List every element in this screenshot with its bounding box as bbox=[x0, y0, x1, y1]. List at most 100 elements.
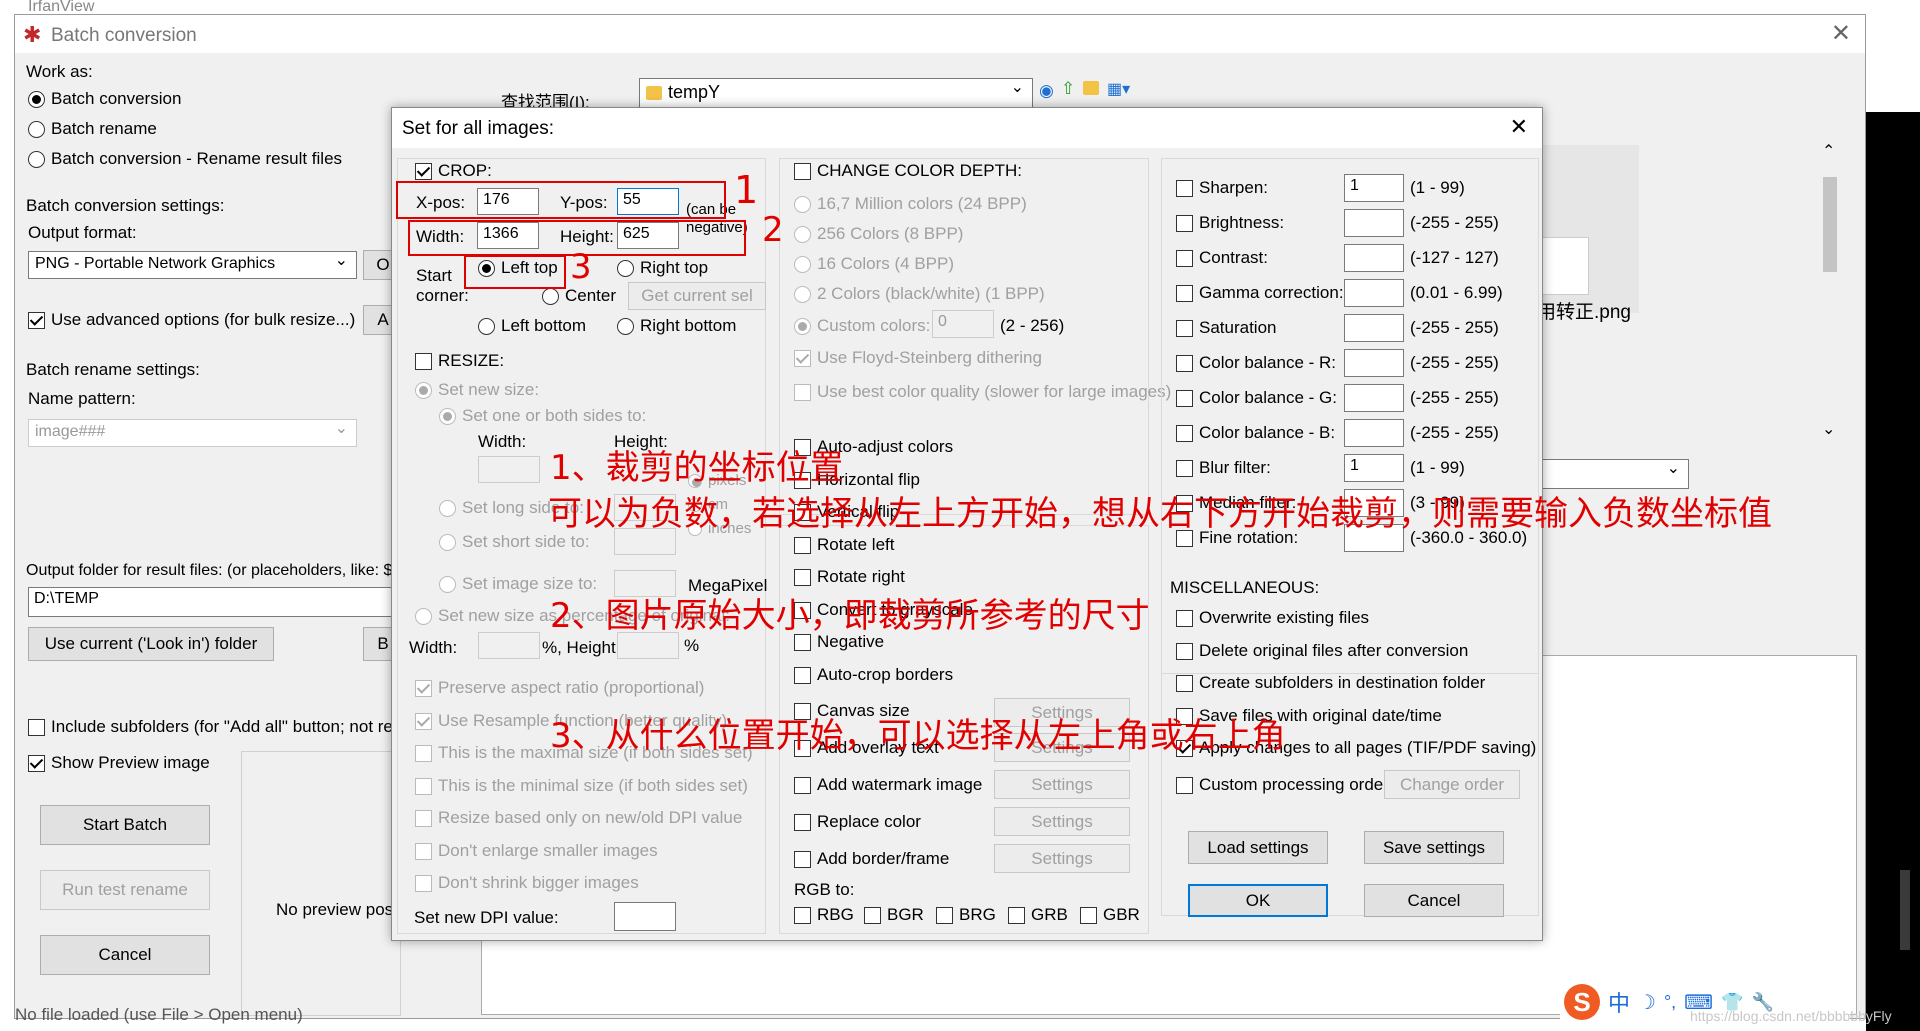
color-8bpp-radio[interactable]: 256 Colors (8 BPP) bbox=[794, 224, 963, 244]
filter-checkbox[interactable]: Color balance - B: bbox=[1176, 423, 1335, 443]
resize-checkbox[interactable]: RESIZE: bbox=[415, 351, 504, 371]
color-4bpp-radio[interactable]: 16 Colors (4 BPP) bbox=[794, 254, 954, 274]
file-list-scrollbar[interactable]: ⌃ ⌄ bbox=[1820, 143, 1840, 447]
rotate-right-checkbox[interactable]: Rotate right bbox=[794, 567, 905, 587]
watermark-checkbox[interactable]: Add watermark image bbox=[794, 775, 982, 795]
auto-crop-checkbox[interactable]: Auto-crop borders bbox=[794, 665, 953, 685]
filter-value-input[interactable] bbox=[1344, 244, 1404, 272]
checkbox-label: GRB bbox=[1031, 905, 1068, 924]
show-preview[interactable]: Show Preview image bbox=[28, 753, 210, 773]
filter-checkbox[interactable]: Contrast: bbox=[1176, 248, 1268, 268]
filter-value-input[interactable] bbox=[1344, 419, 1404, 447]
use-advanced-options[interactable]: Use advanced options (for bulk resize...… bbox=[28, 310, 355, 330]
rgb-gbr-checkbox[interactable]: GBR bbox=[1080, 905, 1140, 925]
work-as-convert-rename[interactable]: Batch conversion - Rename result files bbox=[28, 149, 342, 169]
load-settings-button[interactable]: Load settings bbox=[1188, 831, 1328, 864]
right-bottom-radio[interactable]: Right bottom bbox=[617, 316, 736, 336]
back-icon[interactable]: ◉ bbox=[1039, 81, 1054, 101]
rgb-grb-checkbox[interactable]: GRB bbox=[1008, 905, 1068, 925]
rgb-brg-checkbox[interactable]: BRG bbox=[936, 905, 996, 925]
chevron-up-icon[interactable]: ⌃ bbox=[1822, 141, 1835, 161]
border-frame-checkbox[interactable]: Add border/frame bbox=[794, 849, 949, 869]
rgb-rbg-checkbox[interactable]: RBG bbox=[794, 905, 854, 925]
floyd-steinberg-checkbox[interactable]: Use Floyd-Steinberg dithering bbox=[794, 348, 1042, 368]
run-test-rename-button[interactable]: Run test rename bbox=[40, 870, 210, 910]
filter-value-input[interactable]: 1 bbox=[1344, 454, 1404, 482]
filter-value-input[interactable] bbox=[1344, 209, 1404, 237]
new-folder-icon[interactable] bbox=[1083, 81, 1099, 95]
filter-checkbox[interactable]: Gamma correction: bbox=[1176, 283, 1344, 303]
up-folder-icon[interactable]: ⇧ bbox=[1061, 79, 1075, 99]
filter-checkbox[interactable]: Color balance - G: bbox=[1176, 388, 1337, 408]
resize-width-input[interactable] bbox=[478, 456, 540, 483]
look-in-select[interactable]: tempY bbox=[639, 77, 1033, 108]
filter-checkbox[interactable]: Sharpen: bbox=[1176, 178, 1268, 198]
set-one-or-both-radio[interactable]: Set one or both sides to: bbox=[439, 406, 646, 426]
output-folder-input[interactable]: D:\TEMP bbox=[28, 587, 398, 617]
dont-enlarge-checkbox[interactable]: Don't enlarge smaller images bbox=[415, 841, 658, 861]
work-as-batch-rename[interactable]: Batch rename bbox=[28, 119, 157, 139]
change-order-button[interactable]: Change order bbox=[1384, 770, 1520, 799]
color-1bpp-radio[interactable]: 2 Colors (black/white) (1 BPP) bbox=[794, 284, 1045, 304]
name-pattern-input[interactable]: image### bbox=[28, 418, 357, 447]
filter-value-input[interactable] bbox=[1344, 384, 1404, 412]
best-quality-checkbox[interactable]: Use best color quality (slower for large… bbox=[794, 382, 1171, 402]
create-subfolders-checkbox[interactable]: Create subfolders in destination folder bbox=[1176, 673, 1485, 693]
annotation-number-1: 1 bbox=[734, 168, 759, 212]
delete-originals-checkbox[interactable]: Delete original files after conversion bbox=[1176, 641, 1468, 661]
set-dpi-input[interactable] bbox=[614, 902, 676, 931]
watermark-settings-button[interactable]: Settings bbox=[994, 770, 1130, 799]
save-settings-button[interactable]: Save settings bbox=[1364, 831, 1504, 864]
rotate-left-checkbox[interactable]: Rotate left bbox=[794, 535, 895, 555]
work-as-batch-conversion[interactable]: Batch conversion bbox=[28, 89, 181, 109]
filter-checkbox[interactable]: Blur filter: bbox=[1176, 458, 1271, 478]
scrollbar-thumb[interactable] bbox=[1823, 177, 1837, 272]
ime-punctuation-icon[interactable]: °, bbox=[1664, 992, 1676, 1013]
ime-moon-icon[interactable]: ☽ bbox=[1638, 990, 1656, 1015]
filter-checkbox[interactable]: Color balance - R: bbox=[1176, 353, 1336, 373]
ime-chinese-mode-icon[interactable]: 中 bbox=[1608, 986, 1630, 1018]
get-current-sel-button[interactable]: Get current sel bbox=[628, 282, 766, 310]
center-radio[interactable]: Center bbox=[542, 286, 616, 306]
color-24bpp-radio[interactable]: 16,7 Million colors (24 BPP) bbox=[794, 194, 1027, 214]
filter-value-input[interactable] bbox=[1344, 349, 1404, 377]
filter-value-input[interactable] bbox=[1344, 279, 1404, 307]
output-format-select[interactable]: PNG - Portable Network Graphics bbox=[28, 250, 357, 279]
crop-checkbox[interactable]: CROP: bbox=[415, 161, 492, 181]
custom-colors-input[interactable]: 0 bbox=[932, 310, 994, 338]
cancel-button[interactable]: Cancel bbox=[40, 935, 210, 975]
border-frame-settings-button[interactable]: Settings bbox=[994, 844, 1130, 873]
overwrite-checkbox[interactable]: Overwrite existing files bbox=[1176, 608, 1369, 628]
close-icon[interactable]: ✕ bbox=[1510, 114, 1528, 140]
cancel-button[interactable]: Cancel bbox=[1364, 884, 1504, 917]
sogou-logo-icon[interactable]: S bbox=[1564, 984, 1600, 1020]
dont-shrink-checkbox[interactable]: Don't shrink bigger images bbox=[415, 873, 639, 893]
ok-button[interactable]: OK bbox=[1188, 884, 1328, 917]
custom-order-checkbox[interactable]: Custom processing order bbox=[1176, 775, 1389, 795]
minimal-size-checkbox[interactable]: This is the minimal size (if both sides … bbox=[415, 776, 748, 796]
preserve-aspect-checkbox[interactable]: Preserve aspect ratio (proportional) bbox=[415, 678, 704, 698]
filter-value-input[interactable] bbox=[1344, 314, 1404, 342]
filter-checkbox[interactable]: Saturation bbox=[1176, 318, 1277, 338]
include-subfolders[interactable]: Include subfolders (for "Add all" button… bbox=[28, 717, 417, 737]
rgb-bgr-checkbox[interactable]: BGR bbox=[864, 905, 924, 925]
right-top-radio[interactable]: Right top bbox=[617, 258, 708, 278]
view-menu-icon[interactable]: ▦▾ bbox=[1107, 79, 1130, 99]
close-icon[interactable]: ✕ bbox=[1831, 19, 1851, 48]
start-batch-button[interactable]: Start Batch bbox=[40, 805, 210, 845]
pct-width-input[interactable] bbox=[478, 632, 540, 659]
chevron-down-icon[interactable]: ⌄ bbox=[1822, 419, 1835, 439]
file-type-select[interactable] bbox=[1535, 458, 1689, 489]
dpi-only-checkbox[interactable]: Resize based only on new/old DPI value bbox=[415, 808, 742, 828]
set-short-side-radio[interactable]: Set short side to: bbox=[439, 532, 590, 552]
set-new-size-radio[interactable]: Set new size: bbox=[415, 380, 539, 400]
change-color-depth-checkbox[interactable]: CHANGE COLOR DEPTH: bbox=[794, 161, 1022, 181]
custom-colors-radio[interactable]: Custom colors: bbox=[794, 316, 930, 336]
filter-value-input[interactable]: 1 bbox=[1344, 174, 1404, 202]
filter-checkbox[interactable]: Brightness: bbox=[1176, 213, 1284, 233]
replace-color-checkbox[interactable]: Replace color bbox=[794, 812, 921, 832]
replace-color-settings-button[interactable]: Settings bbox=[994, 807, 1130, 836]
file-name[interactable]: 用转正.png bbox=[1537, 297, 1631, 324]
left-bottom-radio[interactable]: Left bottom bbox=[478, 316, 586, 336]
use-current-folder-button[interactable]: Use current ('Look in') folder bbox=[28, 627, 274, 661]
